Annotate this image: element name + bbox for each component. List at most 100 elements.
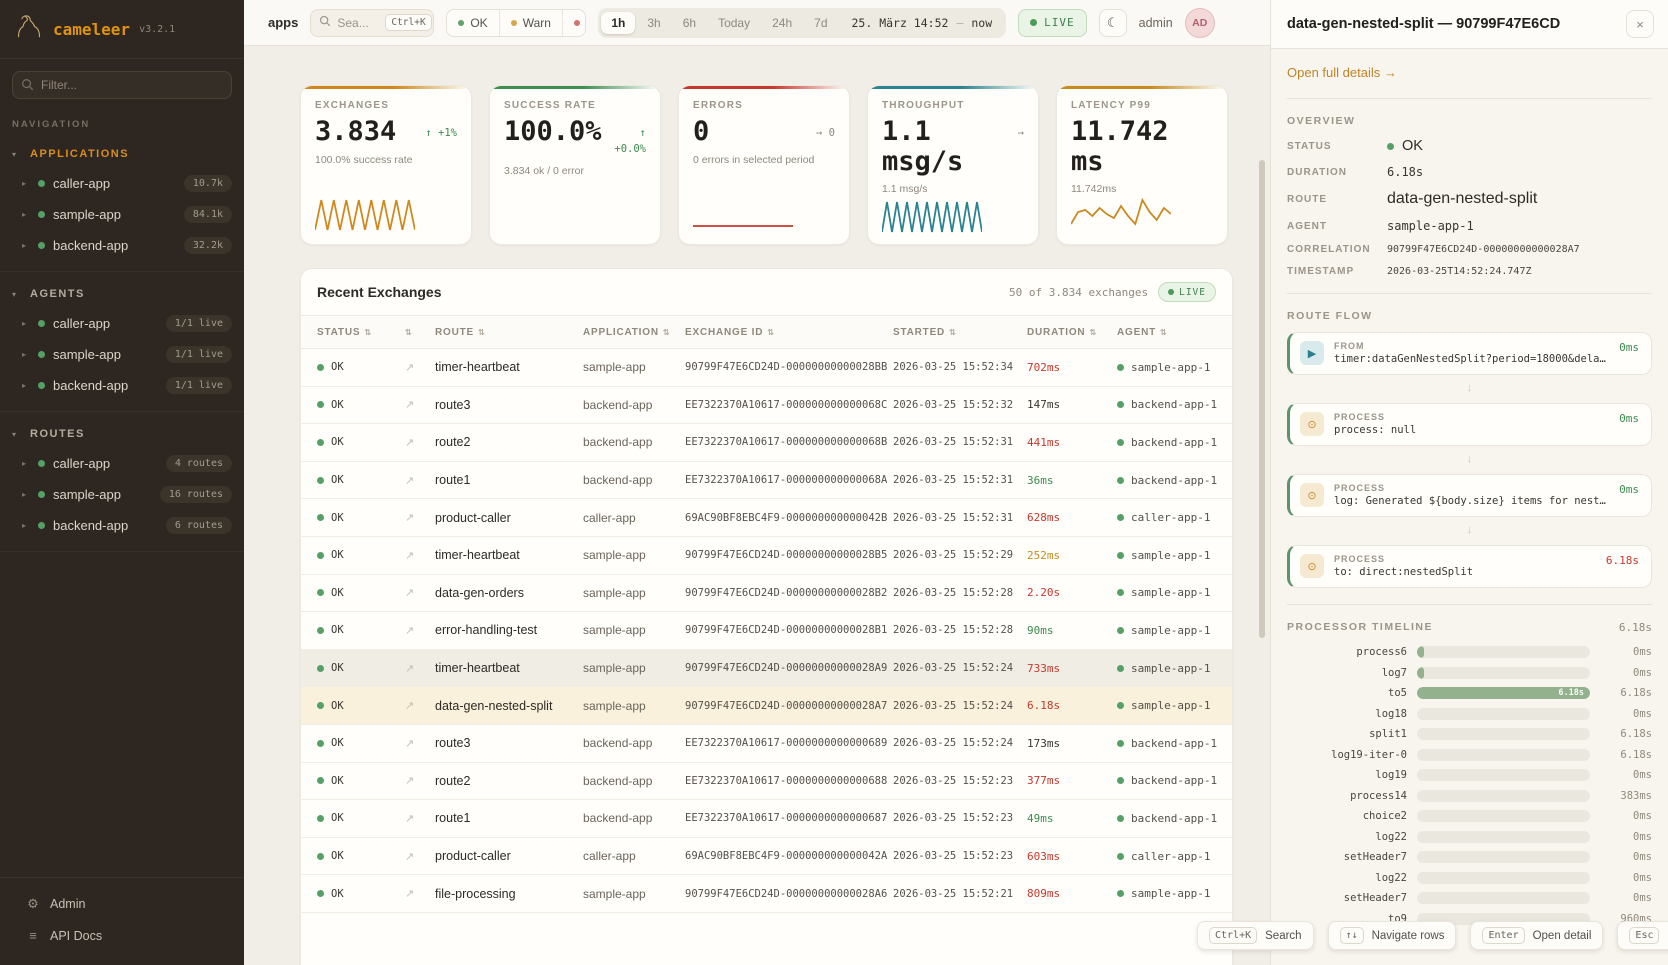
open-full-details-link[interactable]: Open full details → bbox=[1287, 65, 1397, 80]
table-row[interactable]: OK↗error-handling-testsample-app90799F47… bbox=[301, 612, 1232, 650]
table-row[interactable]: OK↗timer-heartbeatsample-app90799F47E6CD… bbox=[301, 537, 1232, 575]
duration-cell: 733ms bbox=[1027, 662, 1117, 675]
range-1h[interactable]: 1h bbox=[601, 12, 635, 34]
flow-step-2[interactable]: ⊙PROCESSprocess: null0ms bbox=[1287, 403, 1652, 446]
column-header-duration[interactable]: DURATION⇅ bbox=[1027, 327, 1117, 338]
status-filter-ok[interactable]: OK bbox=[447, 10, 499, 36]
flow-step-kind: FROM bbox=[1334, 341, 1609, 351]
filter-input[interactable] bbox=[12, 71, 232, 99]
processor-name: log7 bbox=[1287, 667, 1407, 679]
flow-arrow-down-icon: ↓ bbox=[1287, 525, 1652, 535]
agent-cell: backend-app-1 bbox=[1117, 436, 1233, 449]
sidebar-item-backend-app[interactable]: ▸backend-app32.2k bbox=[0, 230, 244, 261]
main-area: EXCHANGES3.834↑ +1%100.0% success rateSU… bbox=[244, 46, 1270, 965]
table-row[interactable]: OK↗route2backend-appEE7322370A10617-0000… bbox=[301, 763, 1232, 801]
exchange-id-cell: 90799F47E6CD24D-00000000000028B5 bbox=[685, 549, 893, 561]
table-row[interactable]: OK↗timer-heartbeatsample-app90799F47E6CD… bbox=[301, 349, 1232, 387]
status-dot-icon bbox=[38, 491, 45, 498]
metric-value: 100.0% bbox=[504, 117, 602, 158]
flow-step-duration: 0ms bbox=[1619, 341, 1639, 354]
chevron-right-icon: ▸ bbox=[22, 459, 30, 468]
column-header-agent[interactable]: AGENT⇅ bbox=[1117, 327, 1233, 338]
range-6h[interactable]: 6h bbox=[673, 12, 706, 34]
metric-label: LATENCY P99 bbox=[1071, 100, 1213, 111]
started-cell: 2026-03-25 15:52:31 bbox=[893, 474, 1027, 486]
timeline-track: 6.18s bbox=[1417, 687, 1590, 699]
live-toggle[interactable]: LIVE bbox=[1018, 9, 1087, 37]
footer-item-admin[interactable]: ⚙Admin bbox=[0, 888, 244, 920]
status-filter-warn[interactable]: Warn bbox=[500, 10, 563, 36]
section-header-agents[interactable]: ▾AGENTS bbox=[0, 280, 244, 308]
table-row[interactable]: OK↗product-callercaller-app69AC90BF8EBC4… bbox=[301, 838, 1232, 876]
column-header-exchange-id[interactable]: EXCHANGE ID⇅ bbox=[685, 327, 893, 338]
column-header-label: STARTED bbox=[893, 327, 945, 338]
status-filter-e[interactable]: E bbox=[563, 10, 586, 36]
sidebar-item-sample-app[interactable]: ▸sample-app84.1k bbox=[0, 199, 244, 230]
table-row[interactable]: OK↗file-processingsample-app90799F47E6CD… bbox=[301, 875, 1232, 913]
gear-icon: ⚙ bbox=[26, 896, 40, 912]
overview-value: OK bbox=[1402, 138, 1423, 154]
footer-item-api-docs[interactable]: ≡API Docs bbox=[0, 920, 244, 951]
metric-delta: ↑ +1% bbox=[425, 117, 457, 147]
range-today[interactable]: Today bbox=[708, 12, 760, 34]
sidebar-item-caller-app[interactable]: ▸caller-app10.7k bbox=[0, 168, 244, 199]
section-header-routes[interactable]: ▾ROUTES bbox=[0, 420, 244, 448]
route-cell: data-gen-orders bbox=[435, 586, 583, 600]
table-row[interactable]: OK↗route3backend-appEE7322370A10617-0000… bbox=[301, 387, 1232, 425]
chevron-right-icon: ▸ bbox=[22, 241, 30, 250]
table-row[interactable]: OK↗timer-heartbeatsample-app90799F47E6CD… bbox=[301, 650, 1232, 688]
sidebar-section: ▾ROUTES▸caller-app4 routes▸sample-app16 … bbox=[0, 412, 244, 552]
sidebar-item-caller-app[interactable]: ▸caller-app1/1 live bbox=[0, 308, 244, 339]
agent-dot-icon bbox=[1117, 364, 1124, 371]
footer-item-label: API Docs bbox=[50, 929, 102, 943]
avatar[interactable]: AD bbox=[1185, 8, 1215, 38]
section-header-applications[interactable]: ▾APPLICATIONS bbox=[0, 140, 244, 168]
range-3h[interactable]: 3h bbox=[637, 12, 670, 34]
agent-name: sample-app-1 bbox=[1131, 361, 1210, 374]
started-cell: 2026-03-25 15:52:21 bbox=[893, 888, 1027, 900]
sidebar-item-sample-app[interactable]: ▸sample-app16 routes bbox=[0, 479, 244, 510]
flow-step-4[interactable]: ⊙PROCESSto: direct:nestedSplit6.18s bbox=[1287, 545, 1652, 588]
ok-dot-icon bbox=[317, 853, 324, 860]
sidebar-item-caller-app[interactable]: ▸caller-app4 routes bbox=[0, 448, 244, 479]
started-cell: 2026-03-25 15:52:24 bbox=[893, 700, 1027, 712]
range-7d[interactable]: 7d bbox=[804, 12, 837, 34]
status-filter-label: OK bbox=[470, 16, 487, 30]
application-cell: sample-app bbox=[583, 887, 685, 901]
exchange-id-cell: 90799F47E6CD24D-00000000000028BB bbox=[685, 361, 893, 373]
column-header-started[interactable]: STARTED⇅ bbox=[893, 327, 1027, 338]
sidebar-item-sample-app[interactable]: ▸sample-app1/1 live bbox=[0, 339, 244, 370]
column-header-application[interactable]: APPLICATION⇅ bbox=[583, 327, 685, 338]
tab-apps[interactable]: apps bbox=[268, 15, 298, 30]
section-label: AGENTS bbox=[30, 288, 85, 300]
timeline-track bbox=[1417, 708, 1590, 720]
processor-name: setHeader7 bbox=[1287, 851, 1407, 863]
table-row[interactable]: OK↗data-gen-nested-splitsample-app90799F… bbox=[301, 687, 1232, 725]
range-24h[interactable]: 24h bbox=[762, 12, 802, 34]
table-row[interactable]: OK↗data-gen-orderssample-app90799F47E6CD… bbox=[301, 575, 1232, 613]
metric-delta-line: ↑ bbox=[614, 126, 646, 142]
agent-cell: sample-app-1 bbox=[1117, 361, 1233, 374]
close-icon[interactable]: × bbox=[1626, 10, 1654, 38]
sidebar-item-backend-app[interactable]: ▸backend-app6 routes bbox=[0, 510, 244, 541]
dark-mode-toggle[interactable]: ☾ bbox=[1099, 9, 1127, 37]
flow-step-3[interactable]: ⊙PROCESSlog: Generated ${body.size} item… bbox=[1287, 474, 1652, 517]
metric-label: THROUGHPUT bbox=[882, 100, 1024, 111]
table-row[interactable]: OK↗route1backend-appEE7322370A10617-0000… bbox=[301, 800, 1232, 838]
search-input[interactable] bbox=[337, 16, 379, 30]
column-header-arrow[interactable]: ⇅ bbox=[405, 328, 435, 337]
column-header-status[interactable]: STATUS⇅ bbox=[317, 327, 405, 338]
table-row[interactable]: OK↗product-callercaller-app69AC90BF8EBC4… bbox=[301, 499, 1232, 537]
global-search[interactable]: Ctrl+K bbox=[310, 9, 434, 37]
table-row[interactable]: OK↗route1backend-appEE7322370A10617-0000… bbox=[301, 462, 1232, 500]
table-row[interactable]: OK↗route2backend-appEE7322370A10617-0000… bbox=[301, 424, 1232, 462]
table-title: Recent Exchanges bbox=[317, 284, 442, 300]
metric-value-line: 100.0% bbox=[504, 117, 602, 147]
main-scrollbar-thumb[interactable] bbox=[1259, 160, 1265, 638]
sidebar-item-backend-app[interactable]: ▸backend-app1/1 live bbox=[0, 370, 244, 401]
column-header-route[interactable]: ROUTE⇅ bbox=[435, 327, 583, 338]
agent-cell: backend-app-1 bbox=[1117, 474, 1233, 487]
table-row[interactable]: OK↗route3backend-appEE7322370A10617-0000… bbox=[301, 725, 1232, 763]
sidebar-footer: ⚙Admin≡API Docs bbox=[0, 877, 244, 965]
flow-step-1[interactable]: ▶FROMtimer:dataGenNestedSplit?period=180… bbox=[1287, 332, 1652, 375]
